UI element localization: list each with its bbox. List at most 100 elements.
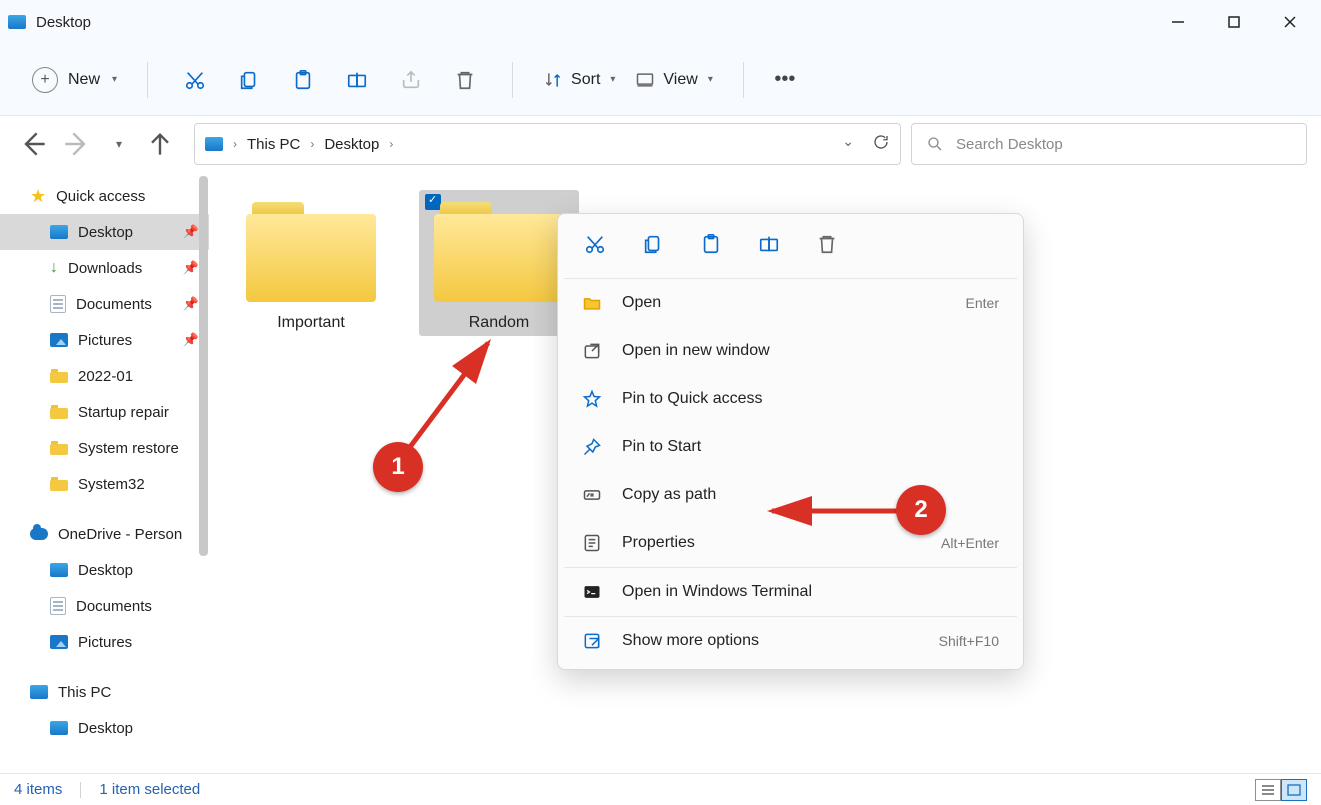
open-folder-icon <box>582 293 602 313</box>
ctx-properties[interactable]: PropertiesAlt+Enter <box>558 519 1023 567</box>
ctx-more-options[interactable]: Show more options Shift+F10 <box>558 617 1023 665</box>
ctx-label: Open in new window <box>622 342 770 360</box>
sidebar-folder[interactable]: 2022-01 <box>0 358 209 394</box>
sidebar-item-label: This PC <box>58 684 111 701</box>
terminal-icon <box>582 582 602 602</box>
view-label: View <box>663 71 697 89</box>
ctx-open[interactable]: OpenEnter <box>558 279 1023 327</box>
annotation-arrow-2 <box>766 496 916 526</box>
chevron-down-icon: ▾ <box>112 74 117 85</box>
ctx-terminal[interactable]: Open in Windows Terminal <box>558 568 1023 616</box>
sidebar-this-pc[interactable]: This PC <box>0 674 209 710</box>
ctx-shortcut: Alt+Enter <box>941 535 999 551</box>
sidebar-item-label: Pictures <box>78 332 132 349</box>
sidebar-pc-desktop[interactable]: Desktop <box>0 710 209 746</box>
folder-icon <box>50 405 68 419</box>
breadcrumb-current[interactable]: Desktop <box>324 136 379 153</box>
pc-icon <box>205 137 223 151</box>
folder-item-random[interactable]: Random <box>419 190 579 336</box>
desktop-icon <box>50 225 68 239</box>
pictures-icon <box>50 333 68 347</box>
star-icon: ★ <box>30 186 46 207</box>
desktop-icon <box>50 563 68 577</box>
scrollbar-thumb[interactable] <box>199 176 208 556</box>
sidebar-item-label: Downloads <box>68 260 142 277</box>
view-button[interactable]: View ▾ <box>631 59 716 101</box>
view-icons-button[interactable] <box>1281 779 1307 801</box>
cloud-icon <box>30 528 48 540</box>
delete-button[interactable] <box>444 59 486 101</box>
chevron-right-icon: › <box>389 137 393 151</box>
sort-label: Sort <box>571 71 600 89</box>
desktop-icon <box>50 721 68 735</box>
up-button[interactable] <box>144 128 176 160</box>
paste-button[interactable] <box>282 59 324 101</box>
sidebar-item-label: Desktop <box>78 224 133 241</box>
sidebar-desktop[interactable]: Desktop📌 <box>0 214 209 250</box>
navigation-pane: ★Quick access Desktop📌 ↓Downloads📌 Docum… <box>0 172 209 773</box>
sidebar-od-pictures[interactable]: Pictures <box>0 624 209 660</box>
ctx-open-new[interactable]: Open in new window <box>558 327 1023 375</box>
view-details-button[interactable] <box>1255 779 1281 801</box>
sidebar-item-label: Pictures <box>78 634 132 651</box>
breadcrumb-root[interactable]: This PC <box>247 136 300 153</box>
forward-button[interactable] <box>60 128 92 160</box>
folder-item-important[interactable]: Important <box>231 190 391 336</box>
path-icon <box>582 485 602 505</box>
pin-icon: 📌 <box>183 332 199 348</box>
sidebar-folder[interactable]: System restore <box>0 430 209 466</box>
folder-icon <box>50 369 68 383</box>
copy-button[interactable] <box>228 59 270 101</box>
recent-button[interactable]: ▾ <box>102 128 134 160</box>
address-bar[interactable]: › This PC › Desktop › ⌄ <box>194 123 901 165</box>
search-input[interactable] <box>956 136 1292 153</box>
ctx-cut-button[interactable] <box>584 233 606 260</box>
ctx-pin-quick[interactable]: Pin to Quick access <box>558 375 1023 423</box>
share-button[interactable] <box>390 59 432 101</box>
pin-icon: 📌 <box>183 260 199 276</box>
folder-icon <box>434 202 564 302</box>
sidebar-od-documents[interactable]: Documents <box>0 588 209 624</box>
ctx-delete-button[interactable] <box>816 233 838 260</box>
sidebar-onedrive[interactable]: OneDrive - Person <box>0 516 209 552</box>
maximize-button[interactable] <box>1211 6 1257 38</box>
folder-icon <box>50 477 68 491</box>
chevron-right-icon: › <box>233 137 237 151</box>
more-button[interactable]: ••• <box>764 59 806 101</box>
search-box[interactable] <box>911 123 1307 165</box>
sidebar-downloads[interactable]: ↓Downloads📌 <box>0 250 209 286</box>
sidebar-documents[interactable]: Documents📌 <box>0 286 209 322</box>
sort-button[interactable]: Sort ▾ <box>539 59 619 101</box>
sidebar-folder[interactable]: Startup repair <box>0 394 209 430</box>
ctx-shortcut: Shift+F10 <box>939 633 999 649</box>
new-button[interactable]: + New ▾ <box>22 61 127 99</box>
sidebar-item-label: Quick access <box>56 188 145 205</box>
ctx-copy-button[interactable] <box>642 233 664 260</box>
pin-icon <box>582 437 602 457</box>
ctx-rename-button[interactable] <box>758 233 780 260</box>
back-button[interactable] <box>18 128 50 160</box>
ctx-pin-start[interactable]: Pin to Start <box>558 423 1023 471</box>
annotation-badge-1: 1 <box>373 442 423 492</box>
sidebar-item-label: Documents <box>76 598 152 615</box>
plus-icon: + <box>32 67 58 93</box>
ctx-paste-button[interactable] <box>700 233 722 260</box>
ctx-label: Open in Windows Terminal <box>622 583 812 601</box>
ctx-label: Show more options <box>622 632 759 650</box>
ctx-label: Pin to Start <box>622 438 701 456</box>
chevron-down-icon: ▾ <box>708 74 713 85</box>
sidebar-quick-access[interactable]: ★ Quick access <box>0 178 209 214</box>
pin-icon: 📌 <box>183 296 199 312</box>
rename-button[interactable] <box>336 59 378 101</box>
sidebar-od-desktop[interactable]: Desktop <box>0 552 209 588</box>
minimize-button[interactable] <box>1155 6 1201 38</box>
sidebar-item-label: Desktop <box>78 562 133 579</box>
cut-button[interactable] <box>174 59 216 101</box>
sidebar-folder[interactable]: System32 <box>0 466 209 502</box>
status-selection: 1 item selected <box>99 781 200 798</box>
status-count: 4 items <box>14 781 62 798</box>
refresh-button[interactable] <box>872 133 890 156</box>
history-chevron-icon[interactable]: ⌄ <box>842 133 854 156</box>
close-button[interactable] <box>1267 6 1313 38</box>
sidebar-pictures[interactable]: Pictures 📌 <box>0 322 209 358</box>
